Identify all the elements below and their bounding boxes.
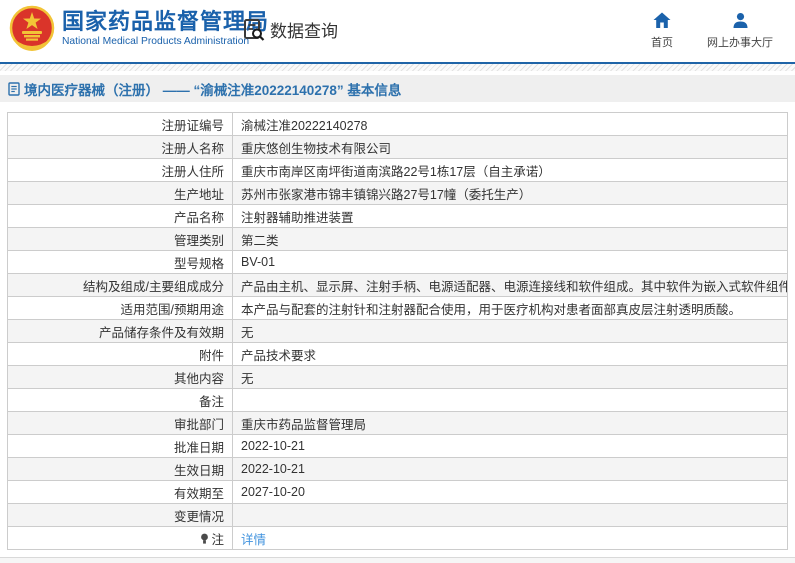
info-table-body: 注册证编号 渝械注准20222140278 注册人名称 重庆悠创生物技术有限公司 注册人… [7,112,788,550]
user-icon [733,13,747,28]
row-value: 苏州市张家港市锦丰镇锦兴路27号17幢（委托生产） [232,181,788,205]
row-label: 批准日期 [7,434,233,458]
row-label: 结构及组成/主要组成成分 [7,273,233,297]
row-label: 注册人住所 [7,158,233,182]
row-value: 无 [232,365,788,389]
row-label: 生产地址 [7,181,233,205]
row-label: 型号规格 [7,250,233,274]
hatch-strip [0,64,795,71]
info-table: 注册证编号 渝械注准20222140278 注册人名称 重庆悠创生物技术有限公司 注册人… [7,112,788,550]
page-title: 境内医疗器械（注册） —— “渝械注准20222140278” 基本信息 [24,82,402,98]
row-value: 2022-10-21 [232,457,788,481]
row-label: 适用范围/预期用途 [7,296,233,320]
row-label: 生效日期 [7,457,233,481]
table-row: 产品名称 注射器辅助推进装置 [7,204,788,228]
row-value: 渝械注准20222140278 [232,112,788,136]
table-row: 注详情 [7,526,788,550]
table-row: 审批部门 重庆市药品监督管理局 [7,411,788,435]
table-row: 其他内容无 [7,365,788,389]
row-label: 产品储存条件及有效期 [7,319,233,343]
bulb-icon [201,533,209,544]
row-value: 2022-10-21 [232,434,788,458]
registration-info-table-wrap: 注册证编号 渝械注准20222140278 注册人名称 重庆悠创生物技术有限公司 注册人… [7,112,788,550]
agency-names: 国家药品监督管理局 National Medical Products Admi… [62,9,269,49]
data-query-label: 数据查询 [270,22,338,41]
agency-name-cn: 国家药品监督管理局 [62,9,270,34]
page-footer [0,557,795,563]
row-label: 附件 [7,342,233,366]
table-row: 生效日期 2022-10-21 [7,457,788,481]
row-value: 第二类 [232,227,788,251]
table-row: 有效期至 2027-10-20 [7,480,788,504]
row-label: 有效期至 [7,480,233,504]
row-label: 注 [7,526,233,550]
row-value: 详情 [232,526,788,550]
table-row: 注册人住所 重庆市南岸区南坪街道南滨路22号1栋17层（自主承诺） [7,158,788,182]
row-value: BV-01 [232,250,788,274]
nav-home-label: 首页 [651,37,673,49]
breadcrumb: 境内医疗器械（注册） —— “渝械注准20222140278” 基本信息 [0,75,795,102]
row-label: 审批部门 [7,411,233,435]
top-nav: 首页 网上办事大厅 [651,12,773,50]
agency-logo-block[interactable]: 国家药品监督管理局 National Medical Products Admi… [8,5,269,53]
details-link[interactable]: 详情 [241,533,266,547]
row-value: 重庆悠创生物技术有限公司 [232,135,788,159]
row-value: 重庆市南岸区南坪街道南滨路22号1栋17层（自主承诺） [232,158,788,182]
nav-item-service-hall[interactable]: 网上办事大厅 [707,12,773,50]
home-icon [653,12,671,28]
document-search-icon [244,18,265,41]
national-emblem-icon [9,5,55,51]
row-value: 无 [232,319,788,343]
table-row: 产品储存条件及有效期无 [7,319,788,343]
table-row: 备注 [7,388,788,412]
table-row: 批准日期 2022-10-21 [7,434,788,458]
row-label: 其他内容 [7,365,233,389]
row-value: 本产品与配套的注射针和注射器配合使用，用于医疗机构对患者面部真皮层注射透明质酸。 [232,296,788,320]
table-row: 型号规格 BV-01 [7,250,788,274]
data-query-nav[interactable]: 数据查询 [243,17,338,42]
row-value: 注射器辅助推进装置 [232,204,788,228]
row-label: 注册人名称 [7,135,233,159]
page-header: 国家药品监督管理局 National Medical Products Admi… [0,0,795,62]
table-row: 适用范围/预期用途 本产品与配套的注射针和注射器配合使用，用于医疗机构对患者面部真… [7,296,788,320]
table-row: 注册证编号 渝械注准20222140278 [7,112,788,136]
document-icon [8,81,20,96]
row-label: 注册证编号 [7,112,233,136]
nav-service-hall-label: 网上办事大厅 [707,37,773,49]
table-row: 生产地址 苏州市张家港市锦丰镇锦兴路27号17幢（委托生产） [7,181,788,205]
row-label: 管理类别 [7,227,233,251]
nav-item-home[interactable]: 首页 [651,12,673,50]
table-row: 变更情况 [7,503,788,527]
row-label: 变更情况 [7,503,233,527]
table-row: 附件 产品技术要求 [7,342,788,366]
table-row: 注册人名称 重庆悠创生物技术有限公司 [7,135,788,159]
row-value [232,388,788,412]
row-label: 备注 [7,388,233,412]
row-value [232,503,788,527]
table-row: 结构及组成/主要组成成分 产品由主机、显示屏、注射手柄、电源适配器、电源连接线和软… [7,273,788,297]
table-row: 管理类别 第二类 [7,227,788,251]
row-value: 产品技术要求 [232,342,788,366]
agency-name-en: National Medical Products Administration [62,36,250,47]
row-value: 产品由主机、显示屏、注射手柄、电源适配器、电源连接线和软件组成。其中软件为嵌入式… [232,273,788,297]
row-value: 2027-10-20 [232,480,788,504]
row-value: 重庆市药品监督管理局 [232,411,788,435]
row-label: 产品名称 [7,204,233,228]
